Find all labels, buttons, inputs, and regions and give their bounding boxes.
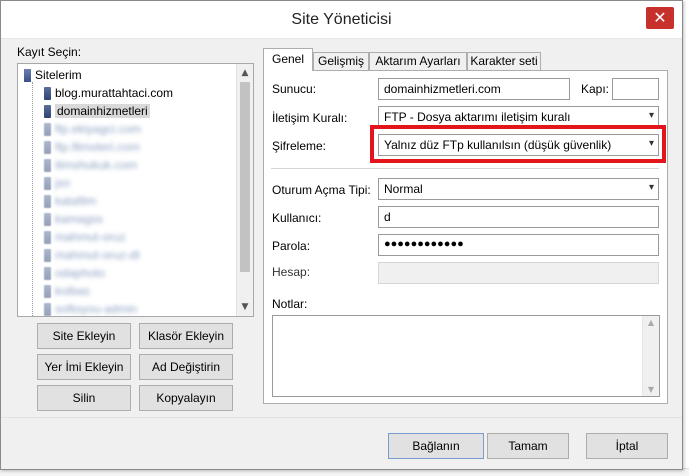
user-input[interactable]: d [378,206,659,228]
tree-item-label: jsn [55,176,71,190]
protocol-label: İletişim Kuralı: [272,111,348,125]
server-icon [44,284,51,298]
server-icon [44,266,51,280]
tree-item-label: ilimshukuk.com [55,158,138,172]
select-entry-label: Kayıt Seçin: [17,45,82,59]
close-button[interactable]: ✕ [646,7,674,29]
scroll-up-icon[interactable]: ▲ [643,318,659,327]
tree-item[interactable]: domainhizmetleri [44,102,150,120]
chevron-down-icon: ▾ [648,182,654,193]
folder-icon [24,68,31,82]
tree-item-label: domainhizmetleri [55,104,150,118]
server-icon [44,122,51,136]
encryption-value: Yalnız düz FTp kullanılsın (düşük güvenl… [384,138,612,152]
server-icon [44,248,51,262]
tree-root-label: Sitelerim [35,68,82,82]
site-manager-dialog: Site Yöneticisi ✕ Kayıt Seçin: Sitelerim… [0,0,683,470]
protocol-value: FTP - Dosya aktarımı iletişim kuralı [384,110,571,124]
tree-item-label: blog.murattahtaci.com [55,86,174,100]
tree-item[interactable]: ftp.ekiyagci.com [44,120,141,138]
password-input[interactable]: ●●●●●●●●●●●● [378,234,659,256]
account-input [378,262,659,284]
add-site-button[interactable]: Site Ekleyin [37,323,131,349]
tree-root-item[interactable]: Sitelerim [24,66,82,84]
host-input[interactable]: domainhizmetleri.com [378,78,570,100]
tree-item[interactable]: katafilm [44,192,96,210]
server-icon [44,140,51,154]
user-label: Kullanıcı: [272,211,322,225]
tree-item-label: ftp.ekiyagci.com [55,122,142,136]
tree-item-label: kolbas [55,284,90,298]
chevron-down-icon: ▾ [648,138,654,149]
tree-item-label: katafilm [55,194,97,208]
site-tree[interactable]: Sitelerim blog.murattahtaci.com domainhiz… [17,63,254,317]
connect-button[interactable]: Bağlanın [388,433,484,459]
tab-general[interactable]: Genel [263,48,313,71]
tree-item-label: ftp.filmoteri.com [55,140,140,154]
scroll-up-icon[interactable]: ▲ [237,65,253,81]
tree-item[interactable]: jsn [44,174,70,192]
logon-type-select[interactable]: Normal ▾ [378,178,659,200]
notes-textarea[interactable]: ▲ ▼ [272,315,660,397]
footer-divider [1,417,682,418]
ok-button[interactable]: Tamam [487,433,569,459]
tree-connector-line [32,82,33,316]
site-tree-items: Sitelerim blog.murattahtaci.com domainhiz… [18,64,236,316]
server-icon [44,86,51,100]
form-separator [271,168,659,169]
tree-scrollbar[interactable]: ▲ ▼ [236,64,253,316]
close-icon: ✕ [653,8,667,27]
tab-transfer-settings[interactable]: Aktarım Ayarları [369,52,467,70]
add-bookmark-button[interactable]: Yer İmi Ekleyin [37,354,131,380]
tree-item[interactable]: mahmut-oruz [44,228,126,246]
password-label: Parola: [272,239,311,253]
port-input[interactable] [612,78,659,100]
cancel-button[interactable]: İptal [586,433,668,459]
server-icon [44,158,51,172]
add-folder-button[interactable]: Klasör Ekleyin [139,323,233,349]
tree-item[interactable]: kolbas [44,282,90,300]
tree-item[interactable]: kamagss [44,210,103,228]
tree-item[interactable]: ilimshukuk.com [44,156,137,174]
server-icon [44,194,51,208]
encryption-select[interactable]: Yalnız düz FTp kullanılsın (düşük güvenl… [378,134,659,156]
tree-item-label: odaphoto [55,266,106,280]
host-label: Sunucu: [272,82,317,96]
window-title: Site Yöneticisi [291,10,392,28]
tree-item-label: softoyou-admin [55,302,138,316]
tab-charset[interactable]: Karakter seti [467,52,541,70]
chevron-down-icon: ▾ [648,110,654,121]
scroll-down-icon[interactable]: ▼ [643,385,659,394]
server-icon [44,302,51,316]
tree-item[interactable]: blog.murattahtaci.com [44,84,173,102]
tree-item[interactable]: ftp.filmoteri.com [44,138,140,156]
title-bar: Site Yöneticisi ✕ [1,1,682,39]
delete-button[interactable]: Silin [37,385,131,411]
logon-type-label: Oturum Açma Tipi: [272,183,371,197]
scroll-down-icon[interactable]: ▼ [237,299,253,315]
copy-button[interactable]: Kopyalayın [139,385,233,411]
tree-item[interactable]: mahmut-oruz-dt [44,246,140,264]
tree-item-label: mahmut-oruz-dt [55,248,140,262]
notes-scrollbar[interactable]: ▲ ▼ [642,316,659,396]
logon-type-value: Normal [384,182,423,196]
server-icon [44,230,51,244]
tree-item-label: mahmut-oruz [55,230,126,244]
encryption-label: Şifreleme: [272,139,327,153]
tab-advanced[interactable]: Gelişmiş [313,52,369,70]
rename-button[interactable]: Ad Değiştirin [139,354,233,380]
notes-label: Notlar: [272,297,308,311]
tree-item[interactable]: odaphoto [44,264,105,282]
tree-item[interactable]: softoyou-admin [44,300,138,316]
tree-item-label: kamagss [55,212,104,226]
server-icon [44,176,51,190]
port-label: Kapı: [581,82,610,96]
account-label: Hesap: [272,265,311,279]
server-icon [44,212,51,226]
scrollbar-thumb[interactable] [240,82,250,272]
server-icon [44,104,51,118]
